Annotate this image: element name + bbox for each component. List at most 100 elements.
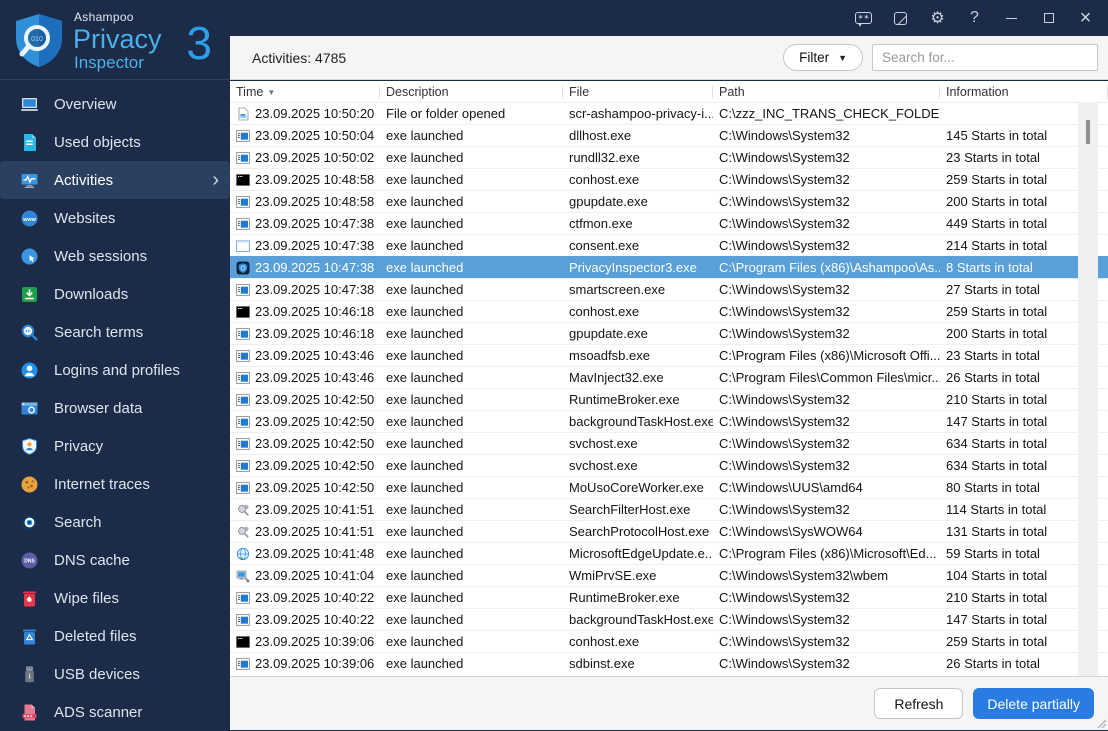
edit-note-icon[interactable] [882,0,919,36]
sidebar-item-wipe-files[interactable]: Wipe files [0,579,230,617]
table-row[interactable]: 23.09.2025 10:41:04 exe launched WmiPrvSE.… [230,564,1108,586]
table-row[interactable]: 23.09.2025 10:41:51 exe launched SearchPro… [230,520,1108,542]
table-row[interactable]: 23.09.2025 10:42:50 exe launched svchost.e… [230,432,1108,454]
sidebar-item-logins-and-profiles[interactable]: Logins and profiles [0,351,230,389]
table-row[interactable]: 23.09.2025 10:40:22 exe launched backgroun… [230,608,1108,630]
table-row[interactable]: 23.09.2025 10:47:38 exe launched ctfmon.ex… [230,212,1108,234]
sidebar-item-label: Logins and profiles [54,361,180,379]
table-row[interactable]: 23.09.2025 10:48:58 exe launched gpupdate.… [230,190,1108,212]
app-window-icon [236,129,250,143]
cell-description: exe launched [386,348,464,363]
sidebar-item-privacy[interactable]: Privacy [0,427,230,465]
refresh-button[interactable]: Refresh [874,688,964,719]
cell-file: RuntimeBroker.exe [569,392,680,407]
sidebar-item-internet-traces[interactable]: Internet traces [0,465,230,503]
table-row[interactable]: 23.09.2025 10:47:38 exe launched PrivacyIn… [230,256,1108,278]
sidebar-item-used-objects[interactable]: Used objects [0,123,230,161]
cell-path: C:\Windows\System32 [719,612,850,627]
vertical-scrollbar[interactable] [1078,102,1098,676]
cell-path: C:\Windows\System32 [719,656,850,671]
sidebar-item-downloads[interactable]: Downloads [0,275,230,313]
cell-file: conhost.exe [569,172,640,187]
cell-time: 23.09.2025 10:47:38 [255,216,375,231]
table-row[interactable]: 23.09.2025 10:47:38 exe launched smartscre… [230,278,1108,300]
filter-button[interactable]: Filter ▼ [783,44,863,71]
table-row[interactable]: 23.09.2025 10:42:50 exe launched svchost.e… [230,454,1108,476]
column-header-path[interactable]: Path [713,84,940,99]
sidebar-item-label: Downloads [54,285,129,303]
sidebar-item-usb-devices[interactable]: USB devices [0,655,230,693]
table-row[interactable]: 23.09.2025 10:46:18 exe launched conhost.e… [230,300,1108,322]
table-row[interactable]: 23.09.2025 10:47:38 exe launched consent.e… [230,234,1108,256]
search-host-icon [236,503,250,517]
cell-description: exe launched [386,458,464,473]
sidebar-item-overview[interactable]: Overview [0,85,230,123]
table-row[interactable]: 23.09.2025 10:50:20 File or folder opened… [230,102,1108,124]
help-icon[interactable]: ? [956,0,993,36]
cell-time: 23.09.2025 10:40:22 [255,590,375,605]
settings-gear-icon[interactable]: ⚙ [919,0,956,36]
resize-grip[interactable] [1094,716,1106,728]
close-icon[interactable]: × [1067,0,1104,36]
sidebar-item-dns-cache[interactable]: DNS DNS cache [0,541,230,579]
cell-time: 23.09.2025 10:41:51 [255,524,375,539]
wipe-files-icon [20,589,39,608]
cell-file: PrivacyInspector3.exe [569,260,697,275]
sidebar-nav: Overview Used objects Activities › www Websit… [0,85,230,731]
cell-file: conhost.exe [569,304,640,319]
cell-time: 23.09.2025 10:46:18 [255,304,375,319]
cell-file: RuntimeBroker.exe [569,590,680,605]
cell-time: 23.09.2025 10:39:06 [255,656,375,671]
table-row[interactable]: 23.09.2025 10:39:06 exe launched sdbinst.e… [230,652,1108,674]
cell-path: C:\Windows\System32 [719,172,850,187]
privacy-icon [20,437,39,456]
sidebar-item-websites[interactable]: www Websites [0,199,230,237]
cell-time: 23.09.2025 10:48:58 [255,194,375,209]
sidebar-item-ads-scanner[interactable]: ADS scanner [0,693,230,731]
sidebar-item-label: Activities [54,171,114,189]
cell-path: C:\Program Files (x86)\Microsoft\Ed... [719,546,937,561]
table-row[interactable]: 23.09.2025 10:43:46 exe launched msoadfsb.… [230,344,1108,366]
cell-file: dllhost.exe [569,128,632,143]
scrollbar-thumb[interactable] [1086,120,1090,144]
table-row[interactable]: 23.09.2025 10:48:58 exe launched conhost.e… [230,168,1108,190]
app-window-icon [236,481,250,495]
table-row[interactable]: 23.09.2025 10:50:02 exe launched rundll32.… [230,146,1108,168]
delete-partially-button[interactable]: Delete partially [973,688,1094,719]
table-row[interactable]: 23.09.2025 10:40:22 exe launched RuntimeBr… [230,586,1108,608]
feedback-icon[interactable]: ∗∗ [845,0,882,36]
table-row[interactable]: 23.09.2025 10:46:18 exe launched gpupdate.… [230,322,1108,344]
maximize-icon[interactable] [1030,0,1067,36]
search-terms-icon [20,323,39,342]
table-row[interactable]: 23.09.2025 10:41:51 exe launched SearchFil… [230,498,1108,520]
cell-time: 23.09.2025 10:48:58 [255,172,375,187]
sidebar-item-activities[interactable]: Activities › [0,161,230,199]
chevron-down-icon: ▼ [838,52,847,63]
table-row[interactable]: 23.09.2025 10:41:48 exe launched Microsoft… [230,542,1108,564]
table-row[interactable]: 23.09.2025 10:39:06 exe launched conhost.e… [230,630,1108,652]
web-sessions-icon [20,247,39,266]
table-header: Time ▼ Description File Path Information [230,81,1108,102]
table-row[interactable]: 23.09.2025 10:43:46 exe launched MavInject… [230,366,1108,388]
cell-path: C:\Windows\System32\wbem [719,568,889,583]
sidebar-item-search[interactable]: Search [0,503,230,541]
cell-path: C:\Windows\System32 [719,414,850,429]
column-header-file[interactable]: File [563,84,713,99]
sidebar-item-search-terms[interactable]: Search terms [0,313,230,351]
console-icon [236,173,250,187]
column-header-description[interactable]: Description [380,84,563,99]
search-input[interactable] [872,44,1098,71]
table-row[interactable]: 23.09.2025 10:42:50 exe launched backgroun… [230,410,1108,432]
cell-description: exe launched [386,480,464,495]
column-header-information[interactable]: Information [940,84,1108,99]
table-row[interactable]: 23.09.2025 10:42:50 exe launched MoUsoCore… [230,476,1108,498]
sidebar-item-browser-data[interactable]: Browser data [0,389,230,427]
sidebar-item-deleted-files[interactable]: Deleted files [0,617,230,655]
table-row[interactable]: 23.09.2025 10:50:04 exe launched dllhost.e… [230,124,1108,146]
column-header-time[interactable]: Time ▼ [230,84,380,99]
cell-path: C:\Windows\System32 [719,238,850,253]
cell-file: rundll32.exe [569,150,640,165]
sidebar-item-web-sessions[interactable]: Web sessions [0,237,230,275]
table-row[interactable]: 23.09.2025 10:42:50 exe launched RuntimeBr… [230,388,1108,410]
minimize-icon[interactable] [993,0,1030,36]
